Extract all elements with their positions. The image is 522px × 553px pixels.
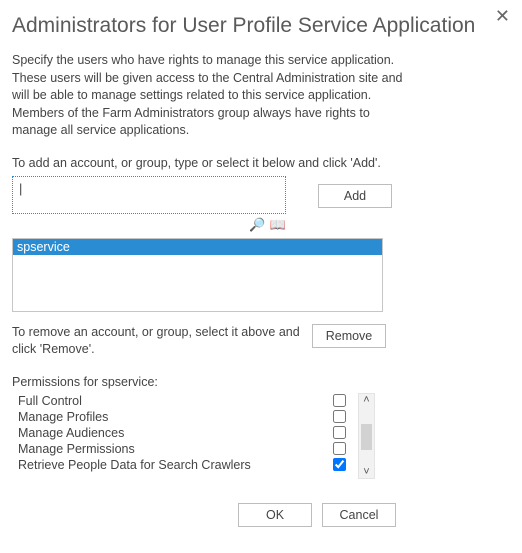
remove-instruction: To remove an account, or group, select i… (12, 324, 302, 359)
perm-label: Retrieve People Data for Search Crawlers (18, 458, 333, 472)
scroll-thumb[interactable] (361, 424, 372, 450)
dialog-title: Administrators for User Profile Service … (12, 14, 510, 38)
perm-row: Manage Permissions (12, 441, 352, 457)
perm-row: Full Control (12, 393, 352, 409)
intro-text: Specify the users who have rights to man… (12, 52, 412, 140)
perm-checkbox-manage-permissions[interactable] (333, 442, 346, 455)
scroll-down-icon[interactable]: ˅ (363, 466, 369, 478)
perm-row: Manage Profiles (12, 409, 352, 425)
permissions-list: Full Control Manage Profiles Manage Audi… (12, 393, 352, 479)
scroll-up-icon[interactable]: ˄ (363, 394, 369, 406)
ok-button[interactable]: OK (238, 503, 312, 527)
perm-row: Retrieve People Data for Search Crawlers (12, 457, 352, 473)
perm-row: Manage Audiences (12, 425, 352, 441)
check-names-icon[interactable]: 🔎 (249, 217, 265, 232)
perm-checkbox-retrieve-people-data[interactable] (333, 458, 346, 471)
perm-checkbox-manage-audiences[interactable] (333, 426, 346, 439)
perm-checkbox-full-control[interactable] (333, 394, 346, 407)
remove-button[interactable]: Remove (312, 324, 386, 348)
perm-label: Manage Profiles (18, 410, 333, 424)
perm-label: Full Control (18, 394, 333, 408)
permissions-scrollbar[interactable]: ˄ ˅ (358, 393, 375, 479)
cancel-button[interactable]: Cancel (322, 503, 396, 527)
browse-icon[interactable]: 📖 (270, 217, 286, 232)
accounts-listbox[interactable]: spservice (12, 238, 383, 312)
perm-label: Manage Audiences (18, 426, 333, 440)
permissions-heading: Permissions for spservice: (12, 375, 510, 389)
perm-checkbox-manage-profiles[interactable] (333, 410, 346, 423)
add-instruction: To add an account, or group, type or sel… (12, 156, 510, 170)
add-button[interactable]: Add (318, 184, 392, 208)
account-input[interactable]: | (12, 176, 286, 214)
list-item-selected[interactable]: spservice (13, 239, 382, 255)
close-icon[interactable]: ✕ (495, 6, 510, 27)
perm-label: Manage Permissions (18, 442, 333, 456)
